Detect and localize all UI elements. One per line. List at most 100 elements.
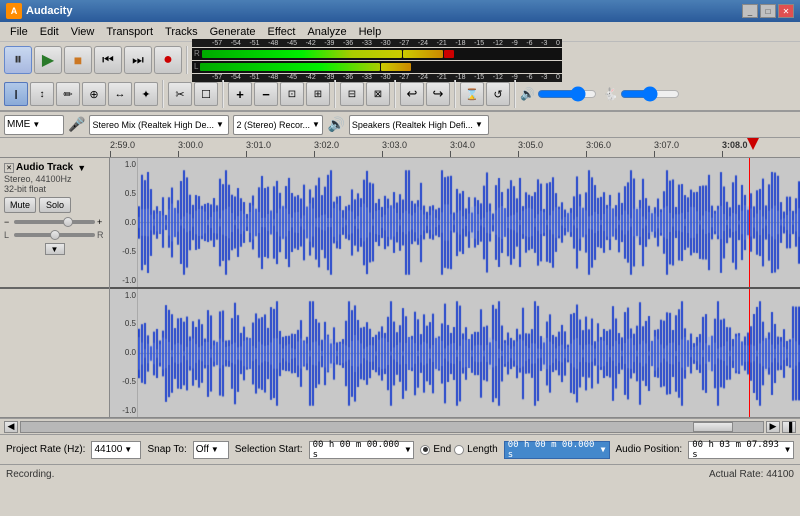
track1-pan-r: R	[97, 230, 105, 240]
menu-effect[interactable]: Effect	[262, 24, 302, 40]
zoom-out-button[interactable]: −	[254, 82, 278, 106]
toolbar-row1: ⏸ ▶ ■ ⏮ ⏭ ● -57-54-51-48-45-42-39-36-33-…	[0, 42, 800, 78]
zoom-fit-button[interactable]: ⊡	[280, 82, 304, 106]
end-radio[interactable]	[420, 445, 430, 455]
track1-dropdown-arrow[interactable]: ▼	[77, 163, 86, 173]
minimize-button[interactable]: _	[742, 4, 758, 18]
track1-collapse[interactable]: ▼	[4, 243, 105, 255]
loop-button[interactable]: ↺	[486, 82, 510, 106]
scroll-track[interactable]	[20, 421, 764, 433]
project-rate-select[interactable]: 44100 ▼	[91, 441, 141, 459]
menu-edit[interactable]: Edit	[34, 24, 65, 40]
scroll-thumb[interactable]	[693, 422, 733, 432]
maximize-button[interactable]: □	[760, 4, 776, 18]
api-dropdown-arrow: ▼	[32, 120, 40, 129]
menu-file[interactable]: File	[4, 24, 34, 40]
track1-gain-plus: +	[97, 217, 105, 227]
skip-back-button[interactable]: ⏮	[94, 46, 122, 74]
track2-waveform-canvas[interactable]	[138, 289, 800, 418]
length-radio-label: Length	[467, 444, 498, 455]
input-dropdown-arrow: ▼	[216, 120, 224, 129]
track2-waveform[interactable]: 1.0 0.5 0.0 -0.5 -1.0	[110, 289, 800, 418]
speed-slider[interactable]	[620, 87, 680, 101]
toolbar-sep-5	[394, 80, 396, 108]
zoom-in-button[interactable]: +	[228, 82, 252, 106]
draw-tool-button[interactable]: ✏	[56, 82, 80, 106]
trim-button[interactable]: ✂	[168, 82, 192, 106]
timeshift-tool-button[interactable]: ↔	[108, 82, 132, 106]
api-select[interactable]: MME ▼	[4, 115, 64, 135]
skip-fwd-button[interactable]: ⏭	[124, 46, 152, 74]
track1-solo-button[interactable]: Solo	[39, 197, 71, 213]
track1-pan-thumb	[50, 230, 60, 240]
timeline-ruler[interactable]: 2:59.0 3:00.0 3:01.0 3:02.0 3:03.0 3:04.…	[0, 138, 800, 158]
length-radio[interactable]	[454, 445, 464, 455]
silence-button[interactable]: ☐	[194, 82, 218, 106]
menu-tracks[interactable]: Tracks	[159, 24, 204, 40]
input-device-select[interactable]: Stereo Mix (Realtek High De... ▼	[89, 115, 229, 135]
main-area: ✕ Audio Track ▼ Stereo, 44100Hz 32-bit f…	[0, 158, 800, 418]
output-device-select[interactable]: Speakers (Realtek High Defi... ▼	[349, 115, 489, 135]
input-channels-select[interactable]: 2 (Stereo) Recor... ▼	[233, 115, 323, 135]
scroll-right-button[interactable]: ▶	[766, 421, 780, 433]
vu-scale-top: -57-54-51-48-45-42-39-36-33-30-27-24-21-…	[192, 39, 562, 47]
channels-dropdown-arrow: ▼	[312, 120, 320, 129]
record-button[interactable]: ●	[154, 46, 182, 74]
audio-pos-field[interactable]: 00 h 03 m 07.893 s ▼	[688, 441, 794, 459]
track1-waveform-canvas[interactable]	[138, 158, 800, 287]
close-button[interactable]: ✕	[778, 4, 794, 18]
toolbar-sep-1	[186, 46, 188, 74]
ruler-tick-3	[314, 151, 315, 157]
title-bar: A Audacity _ □ ✕	[0, 0, 800, 22]
track1-waveform[interactable]: 1.0 0.5 0.0 -0.5 -1.0	[110, 158, 800, 289]
horizontal-scrollbar: ◀ ▶ ▐	[0, 418, 800, 434]
sel-end-field[interactable]: 00 h 00 m 00.000 s ▼	[504, 441, 610, 459]
menu-generate[interactable]: Generate	[204, 24, 262, 40]
waveform-area[interactable]: 1.0 0.5 0.0 -0.5 -1.0 1.0 0.5 0.0 -0.5 -…	[110, 158, 800, 417]
zoom-tool-button[interactable]: ⊕	[82, 82, 106, 106]
toolbar-sep-3	[222, 80, 224, 108]
zoom-toggle-button[interactable]: ⊠	[366, 82, 390, 106]
track1-gain-row: − +	[4, 217, 105, 227]
scroll-end-button[interactable]: ▐	[782, 421, 796, 433]
track-headers: ✕ Audio Track ▼ Stereo, 44100Hz 32-bit f…	[0, 158, 110, 417]
play-button[interactable]: ▶	[34, 46, 62, 74]
volume-slider[interactable]	[537, 87, 597, 101]
mic-icon: 🎤	[68, 116, 85, 133]
ruler-label-2: 3:01.0	[246, 140, 271, 150]
sel-start-field[interactable]: 00 h 00 m 00.000 s ▼	[309, 441, 415, 459]
toolbar-area: ⏸ ▶ ■ ⏮ ⏭ ● -57-54-51-48-45-42-39-36-33-…	[0, 42, 800, 112]
track1-mute-button[interactable]: Mute	[4, 197, 36, 213]
selection-tool-button[interactable]: I	[4, 82, 28, 106]
track1-pan-slider[interactable]	[14, 233, 95, 237]
zoom-selection-button[interactable]: ⊞	[306, 82, 330, 106]
multi-tool-button[interactable]: ✦	[134, 82, 158, 106]
envelope-tool-button[interactable]: ↕	[30, 82, 54, 106]
status-text: Recording.	[6, 469, 54, 480]
audio-pos-value: 00 h 03 m 07.893 s	[692, 440, 784, 460]
sync-lock-button[interactable]: ⌛	[460, 82, 484, 106]
toolbar-sep-4	[334, 80, 336, 108]
track1-gain-thumb	[63, 217, 73, 227]
pause-button[interactable]: ⏸	[4, 46, 32, 74]
stop-button[interactable]: ■	[64, 46, 92, 74]
menu-help[interactable]: Help	[353, 24, 388, 40]
speed-icon: 🐇	[603, 87, 618, 101]
ruler-label-1: 3:00.0	[178, 140, 203, 150]
sel-start-value: 00 h 00 m 00.000 s	[313, 440, 405, 460]
menu-transport[interactable]: Transport	[100, 24, 159, 40]
undo-button[interactable]: ↩	[400, 82, 424, 106]
track1-gain-slider[interactable]	[14, 220, 95, 224]
ruler-tick-7	[586, 151, 587, 157]
track1-close-button[interactable]: ✕	[4, 163, 14, 173]
redo-button[interactable]: ↪	[426, 82, 450, 106]
scroll-left-button[interactable]: ◀	[4, 421, 18, 433]
snap-select[interactable]: Off ▼	[193, 441, 229, 459]
track2-y-axis: 1.0 0.5 0.0 -0.5 -1.0	[110, 289, 138, 418]
fit-project-button[interactable]: ⊟	[340, 82, 364, 106]
menu-analyze[interactable]: Analyze	[301, 24, 352, 40]
menu-view[interactable]: View	[65, 24, 101, 40]
project-rate-arrow: ▼	[124, 445, 132, 454]
project-rate-value: 44100	[94, 444, 122, 455]
actual-rate-text: Actual Rate: 44100	[709, 469, 794, 480]
